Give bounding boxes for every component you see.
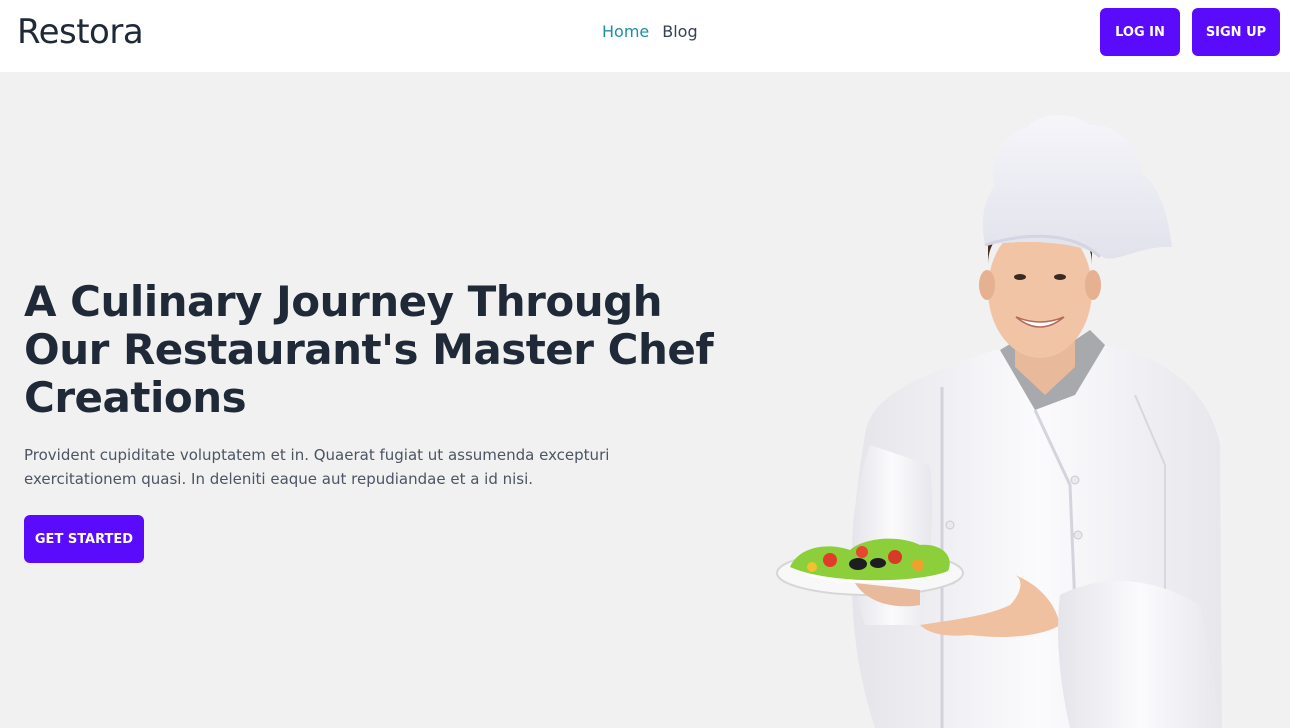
- nav-link-blog[interactable]: Blog: [662, 22, 697, 41]
- navbar: Restora Home Blog LOG IN SIGN UP: [0, 0, 1290, 72]
- signup-button[interactable]: SIGN UP: [1192, 8, 1280, 56]
- brand-logo[interactable]: Restora: [17, 12, 144, 52]
- main-nav: Home Blog: [602, 22, 698, 41]
- hero-title: A Culinary Journey Through Our Restauran…: [24, 277, 714, 422]
- hero-description: Provident cupiditate voluptatem et in. Q…: [24, 446, 610, 488]
- nav-link-home[interactable]: Home: [602, 22, 649, 41]
- login-button[interactable]: LOG IN: [1100, 8, 1180, 56]
- get-started-button[interactable]: GET STARTED: [24, 515, 144, 563]
- chef-image: [776, 115, 1222, 728]
